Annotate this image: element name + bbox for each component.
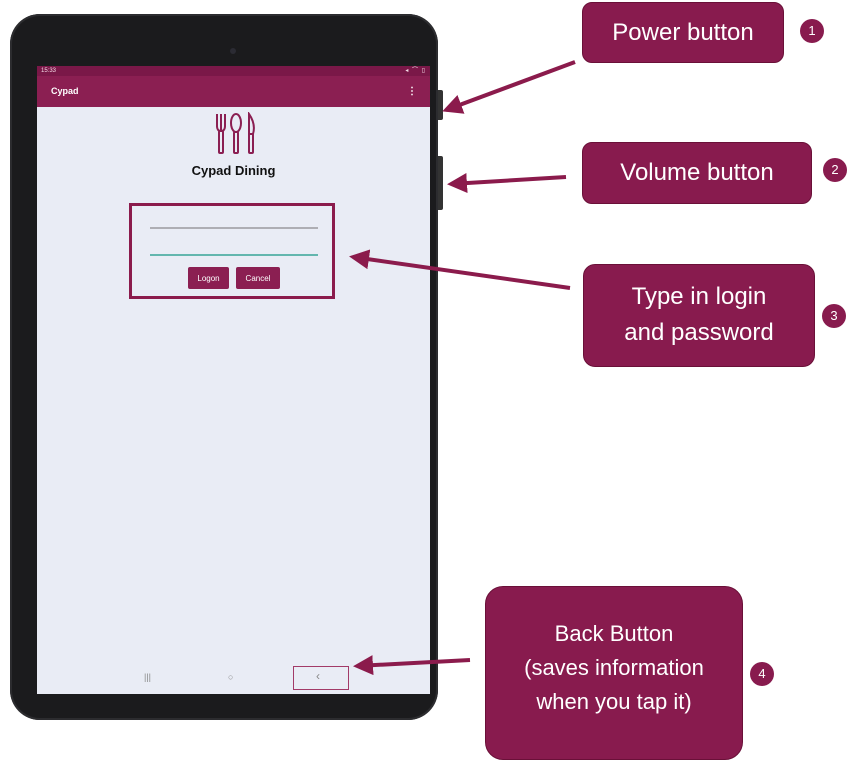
callout-power-button: Power button [582,2,784,63]
arrow-to-volume-button [447,173,567,194]
callout-login: Type in login and password [583,264,815,367]
callout-number-3: 3 [822,304,846,328]
callout-login-line-2: and password [624,319,774,346]
callout-volume-button: Volume button [582,142,812,204]
callout-back-line-2: (saves information [524,655,704,680]
callout-back-line-1: Back Button [554,621,674,646]
callout-back-line-3: when you tap it) [536,689,692,714]
callout-power-text: Power button [612,19,754,46]
callout-number-1: 1 [800,19,824,43]
callout-number-2: 2 [823,158,847,182]
arrow-to-back-button [353,655,471,676]
callout-login-line-1: Type in login [631,283,767,310]
arrow-to-login-form [349,249,571,290]
arrow-to-power-button [442,60,576,114]
callout-volume-text: Volume button [620,159,774,186]
callout-number-4: 4 [750,662,774,686]
callout-back-button: Back Button (saves information when you … [485,586,743,760]
